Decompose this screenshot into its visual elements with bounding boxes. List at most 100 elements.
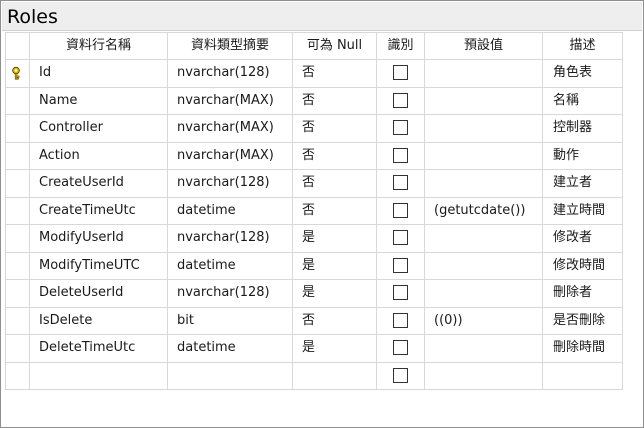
column-name-cell[interactable]: [29, 361, 168, 390]
data-type-cell[interactable]: nvarchar(MAX): [167, 141, 293, 170]
allow-nulls-cell[interactable]: 否: [292, 141, 377, 170]
data-type-cell[interactable]: bit: [167, 306, 293, 335]
default-value-cell[interactable]: [424, 334, 543, 363]
column-row[interactable]: ModifyTimeUTC datetime 是 修改時間: [5, 251, 623, 280]
data-type-cell[interactable]: datetime: [167, 334, 293, 363]
column-row[interactable]: Id nvarchar(128) 否 角色表: [5, 59, 623, 88]
row-indicator[interactable]: [5, 279, 30, 308]
identity-checkbox[interactable]: [393, 367, 408, 383]
identity-cell[interactable]: [376, 224, 425, 253]
data-type-cell[interactable]: nvarchar(128): [167, 279, 293, 308]
identity-cell[interactable]: [376, 169, 425, 198]
description-cell[interactable]: [542, 361, 623, 390]
default-value-cell[interactable]: (getutcdate()): [424, 196, 543, 225]
identity-checkbox[interactable]: [393, 230, 408, 246]
column-name-cell[interactable]: Controller: [29, 114, 168, 143]
allow-nulls-cell[interactable]: 否: [292, 169, 377, 198]
column-header-identity[interactable]: 識別: [376, 32, 425, 60]
identity-cell[interactable]: [376, 114, 425, 143]
allow-nulls-cell[interactable]: 否: [292, 59, 377, 88]
column-name-cell[interactable]: DeleteTimeUtc: [29, 334, 168, 363]
column-name-cell[interactable]: ModifyTimeUTC: [29, 251, 168, 280]
description-cell[interactable]: 修改者: [542, 224, 623, 253]
row-indicator[interactable]: [5, 361, 30, 390]
row-indicator[interactable]: [5, 334, 30, 363]
description-cell[interactable]: 控制器: [542, 114, 623, 143]
row-indicator[interactable]: [5, 114, 30, 143]
identity-checkbox[interactable]: [393, 340, 408, 356]
identity-cell[interactable]: [376, 251, 425, 280]
identity-cell[interactable]: [376, 86, 425, 115]
column-header-name[interactable]: 資料行名稱: [29, 32, 168, 60]
description-cell[interactable]: 刪除者: [542, 279, 623, 308]
column-row[interactable]: DeleteTimeUtc datetime 是 刪除時間: [5, 334, 623, 363]
column-header-nullable[interactable]: 可為 Null: [292, 32, 377, 60]
allow-nulls-cell[interactable]: 是: [292, 251, 377, 280]
description-cell[interactable]: 刪除時間: [542, 334, 623, 363]
row-indicator[interactable]: [5, 251, 30, 280]
row-indicator[interactable]: [5, 224, 30, 253]
column-name-cell[interactable]: DeleteUserId: [29, 279, 168, 308]
default-value-cell[interactable]: [424, 86, 543, 115]
default-value-cell[interactable]: [424, 279, 543, 308]
identity-checkbox[interactable]: [393, 120, 408, 136]
data-type-cell[interactable]: nvarchar(MAX): [167, 86, 293, 115]
description-cell[interactable]: 名稱: [542, 86, 623, 115]
column-name-cell[interactable]: Name: [29, 86, 168, 115]
allow-nulls-cell[interactable]: 否: [292, 306, 377, 335]
description-cell[interactable]: 動作: [542, 141, 623, 170]
column-row[interactable]: ModifyUserId nvarchar(128) 是 修改者: [5, 224, 623, 253]
identity-cell[interactable]: [376, 59, 425, 88]
identity-cell[interactable]: [376, 279, 425, 308]
identity-cell[interactable]: [376, 361, 425, 390]
allow-nulls-cell[interactable]: 否: [292, 114, 377, 143]
identity-cell[interactable]: [376, 334, 425, 363]
column-row[interactable]: Name nvarchar(MAX) 否 名稱: [5, 86, 623, 115]
column-header-description[interactable]: 描述: [542, 32, 623, 60]
data-type-cell[interactable]: nvarchar(MAX): [167, 114, 293, 143]
row-indicator[interactable]: [5, 59, 30, 88]
allow-nulls-cell[interactable]: 否: [292, 196, 377, 225]
description-cell[interactable]: 建立者: [542, 169, 623, 198]
identity-checkbox[interactable]: [393, 312, 408, 328]
default-value-cell[interactable]: [424, 141, 543, 170]
data-type-cell[interactable]: datetime: [167, 196, 293, 225]
data-type-cell[interactable]: [167, 361, 293, 390]
default-value-cell[interactable]: [424, 361, 543, 390]
identity-cell[interactable]: [376, 196, 425, 225]
data-type-cell[interactable]: datetime: [167, 251, 293, 280]
default-value-cell[interactable]: [424, 169, 543, 198]
identity-checkbox[interactable]: [393, 285, 408, 301]
default-value-cell[interactable]: ((0)): [424, 306, 543, 335]
default-value-cell[interactable]: [424, 59, 543, 88]
column-name-cell[interactable]: Id: [29, 59, 168, 88]
row-indicator[interactable]: [5, 141, 30, 170]
row-indicator[interactable]: [5, 86, 30, 115]
allow-nulls-cell[interactable]: 否: [292, 86, 377, 115]
column-header-default[interactable]: 預設值: [424, 32, 543, 60]
data-type-cell[interactable]: nvarchar(128): [167, 169, 293, 198]
identity-checkbox[interactable]: [393, 65, 408, 81]
row-indicator[interactable]: [5, 306, 30, 335]
row-indicator[interactable]: [5, 196, 30, 225]
data-type-cell[interactable]: nvarchar(128): [167, 224, 293, 253]
identity-checkbox[interactable]: [393, 202, 408, 218]
column-row[interactable]: DeleteUserId nvarchar(128) 是 刪除者: [5, 279, 623, 308]
row-indicator[interactable]: [5, 169, 30, 198]
identity-checkbox[interactable]: [393, 147, 408, 163]
column-row[interactable]: IsDelete bit 否 ((0)) 是否刪除: [5, 306, 623, 335]
allow-nulls-cell[interactable]: 是: [292, 334, 377, 363]
column-row[interactable]: CreateTimeUtc datetime 否 (getutcdate()) 建立時間: [5, 196, 623, 225]
column-name-cell[interactable]: IsDelete: [29, 306, 168, 335]
column-name-cell[interactable]: ModifyUserId: [29, 224, 168, 253]
default-value-cell[interactable]: [424, 114, 543, 143]
column-header-type[interactable]: 資料類型摘要: [167, 32, 293, 60]
identity-checkbox[interactable]: [393, 92, 408, 108]
new-column-row[interactable]: [5, 361, 623, 390]
default-value-cell[interactable]: [424, 224, 543, 253]
column-row[interactable]: Action nvarchar(MAX) 否 動作: [5, 141, 623, 170]
identity-cell[interactable]: [376, 306, 425, 335]
description-cell[interactable]: 修改時間: [542, 251, 623, 280]
column-name-cell[interactable]: Action: [29, 141, 168, 170]
default-value-cell[interactable]: [424, 251, 543, 280]
